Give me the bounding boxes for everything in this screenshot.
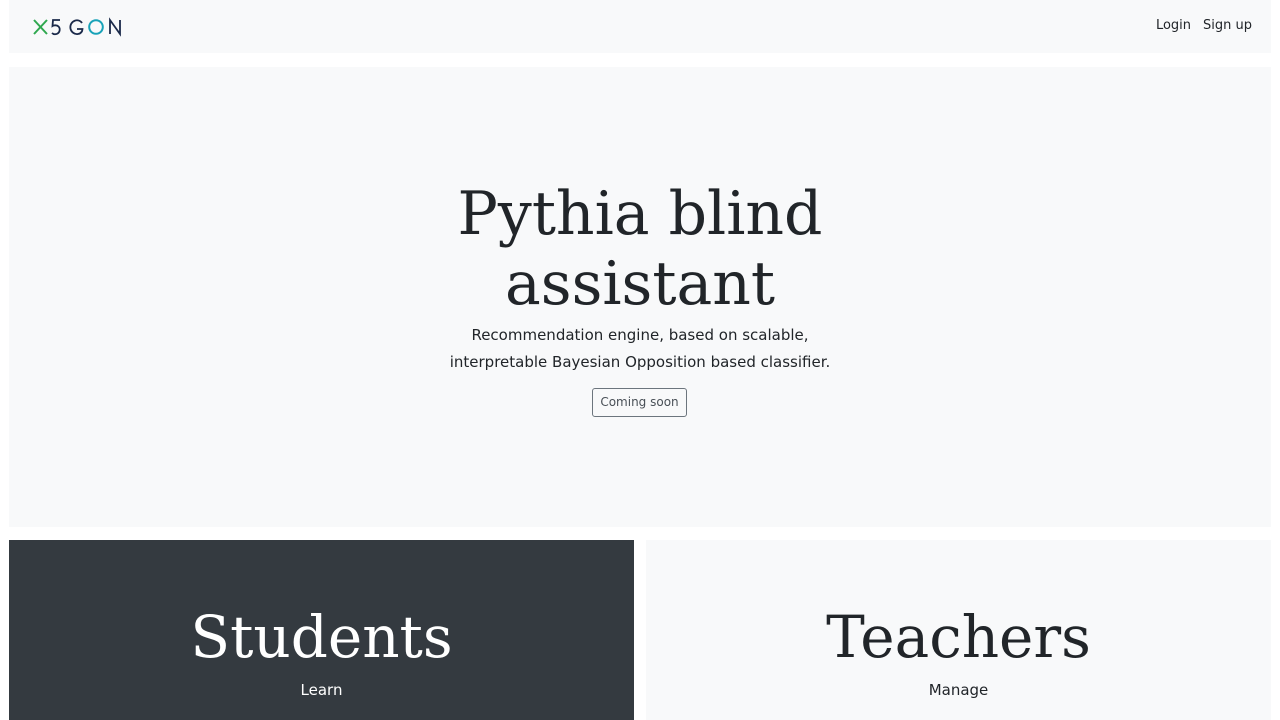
- signup-link[interactable]: Sign up: [1203, 16, 1252, 36]
- students-title: Students: [190, 603, 453, 671]
- teachers-title: Teachers: [826, 603, 1091, 671]
- coming-soon-button[interactable]: Coming soon: [592, 388, 687, 417]
- hero-section: Pythia blind assistant Recommendation eng…: [9, 67, 1271, 527]
- navbar: Login Sign up: [9, 0, 1271, 53]
- brand-logo-link[interactable]: [33, 15, 121, 39]
- hero-title: Pythia blind assistant: [9, 179, 1271, 319]
- hero-title-line1: Pythia blind: [457, 179, 823, 249]
- login-link[interactable]: Login: [1156, 16, 1191, 36]
- teachers-subtitle: Manage: [928, 681, 989, 699]
- x5gon-logo-icon: [33, 17, 121, 37]
- students-panel[interactable]: Students Learn: [9, 540, 634, 720]
- students-subtitle: Learn: [300, 681, 343, 699]
- nav-links: Login Sign up: [1156, 16, 1252, 36]
- hero-description: Recommendation engine, based on scalable…: [430, 322, 850, 376]
- teachers-panel[interactable]: Teachers Manage: [646, 540, 1271, 720]
- hero-title-line2: assistant: [505, 249, 775, 319]
- hero-desc-line1: Recommendation engine, based on scalable…: [471, 326, 809, 344]
- hero-desc-line2: interpretable Bayesian Opposition based …: [449, 353, 831, 371]
